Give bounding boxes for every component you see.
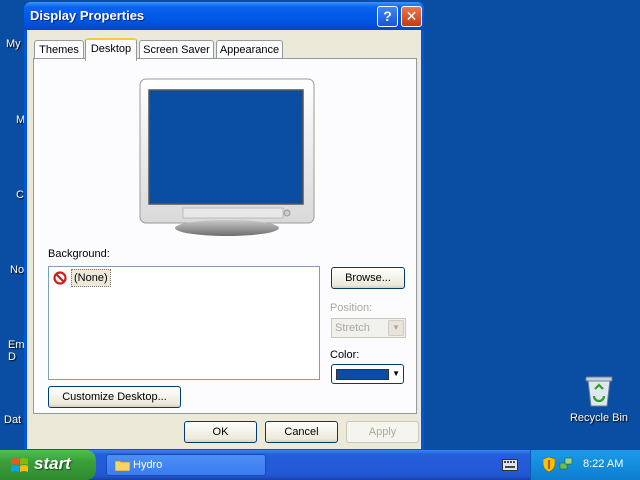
recycle-bin[interactable]: Recycle Bin: [568, 372, 630, 424]
network-icon[interactable]: [559, 457, 573, 471]
recycle-bin-icon: [585, 376, 613, 407]
help-icon[interactable]: ?: [377, 6, 398, 27]
desktop-tab-panel: Background: (None) Browse... Position: S…: [33, 58, 417, 414]
desktop-icon-label-my-documents[interactable]: My: [6, 38, 21, 50]
clock[interactable]: 8:22 AM: [583, 458, 623, 470]
window-title: Display Properties: [30, 8, 145, 23]
none-icon: [53, 271, 67, 285]
close-icon[interactable]: ✕: [401, 6, 422, 27]
color-label: Color:: [330, 349, 360, 361]
recycle-bin-label: Recycle Bin: [569, 412, 629, 424]
taskbar: start Hydro 8:22 AM: [0, 450, 640, 480]
tab-desktop[interactable]: Desktop: [85, 38, 137, 61]
display-properties-window: Display Properties ? ✕ Themes Desktop Sc…: [24, 2, 424, 452]
ok-button[interactable]: OK: [184, 421, 257, 443]
position-value: Stretch: [335, 322, 370, 334]
tab-screen-saver[interactable]: Screen Saver: [139, 40, 214, 60]
title-bar[interactable]: Display Properties ? ✕: [24, 2, 424, 30]
customize-desktop-button[interactable]: Customize Desktop...: [48, 386, 181, 408]
system-tray: 8:22 AM: [530, 450, 640, 480]
taskbar-item-label: Hydro: [133, 459, 163, 471]
chevron-down-icon: ▼: [392, 369, 400, 378]
tab-appearance[interactable]: Appearance: [216, 40, 283, 60]
desktop-icon-label-no[interactable]: No: [10, 264, 24, 276]
start-button[interactable]: start: [0, 450, 96, 480]
list-item[interactable]: (None): [53, 269, 111, 287]
keyboard-icon[interactable]: [502, 459, 518, 471]
start-label: start: [34, 454, 71, 473]
desktop-icon-label-dat[interactable]: Dat: [4, 414, 21, 426]
position-select[interactable]: Stretch ▼: [331, 318, 406, 338]
background-list[interactable]: (None): [48, 266, 320, 380]
tab-themes[interactable]: Themes: [34, 40, 84, 60]
cancel-button[interactable]: Cancel: [265, 421, 338, 443]
taskbar-item-hydro[interactable]: Hydro: [106, 454, 266, 476]
monitor-icon: [139, 78, 315, 236]
folder-icon: [115, 460, 130, 471]
color-swatch: [336, 369, 389, 380]
desktop-icon-label-c[interactable]: C: [16, 189, 24, 201]
color-picker-button[interactable]: ▼: [331, 364, 404, 384]
background-item-label: (None): [71, 269, 111, 287]
position-label: Position:: [330, 302, 373, 314]
security-shield-icon[interactable]: [543, 457, 555, 472]
browse-button[interactable]: Browse...: [331, 267, 405, 289]
chevron-down-icon: ▼: [388, 320, 404, 336]
desktop-icon-label-em[interactable]: Em D: [8, 339, 25, 363]
apply-button[interactable]: Apply: [346, 421, 419, 443]
windows-flag-icon: [11, 458, 28, 472]
background-label: Background:: [48, 248, 110, 260]
